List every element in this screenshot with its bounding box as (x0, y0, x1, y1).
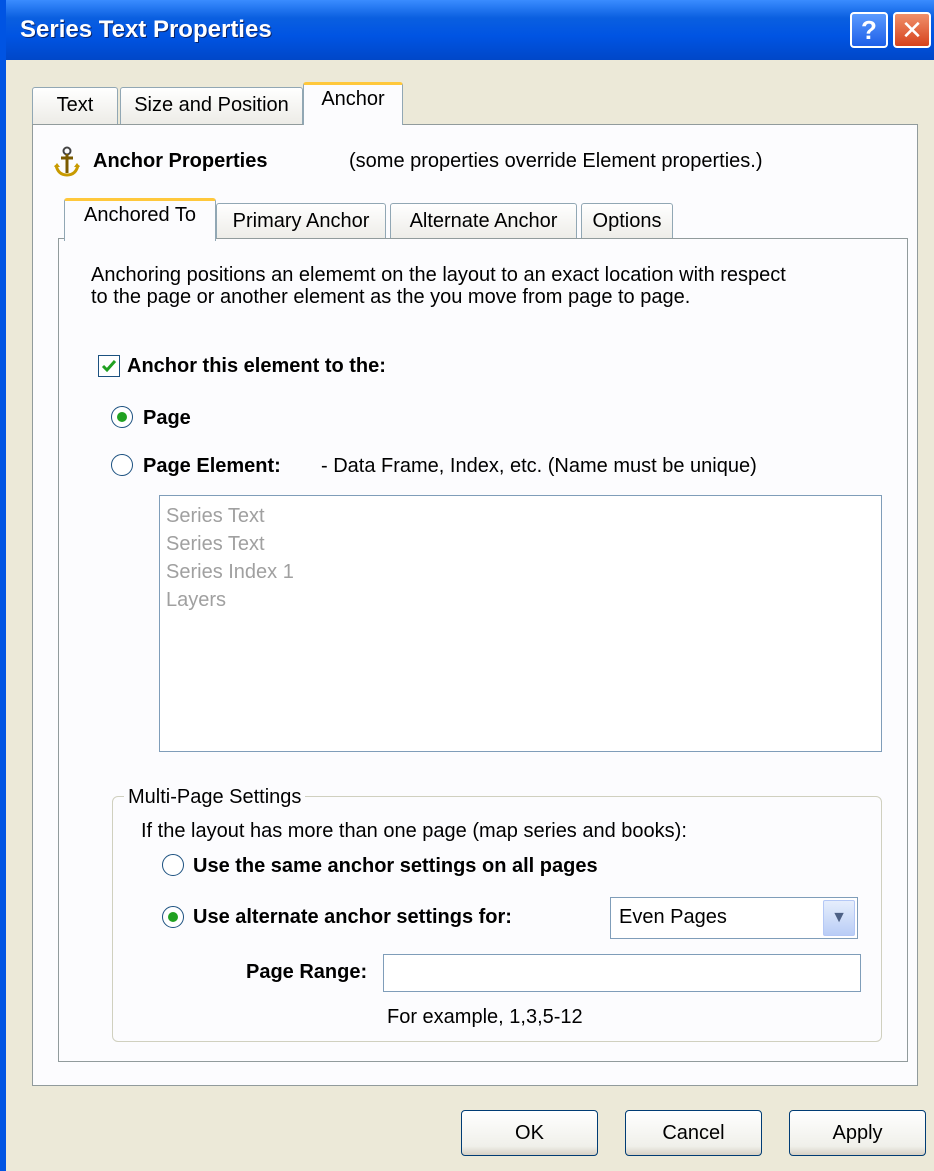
multi-page-intro: If the layout has more than one page (ma… (141, 820, 687, 842)
ok-button[interactable]: OK (461, 1110, 598, 1156)
multi-page-legend: Multi-Page Settings (124, 786, 306, 809)
help-button[interactable]: ? (850, 12, 888, 48)
page-range-input[interactable] (383, 954, 861, 992)
anchor-properties-note: (some properties override Element proper… (349, 150, 763, 172)
window-title: Series Text Properties (20, 16, 272, 43)
radio-alternate-settings[interactable] (162, 906, 184, 928)
description-line-1: Anchoring positions an elememt on the la… (91, 264, 786, 286)
tab-anchored-to[interactable]: Anchored To (64, 198, 216, 241)
close-icon: ✕ (901, 15, 923, 45)
description-line-2: to the page or another element as the yo… (91, 286, 691, 308)
tab-options[interactable]: Options (581, 203, 673, 241)
list-item[interactable]: Series Index 1 (166, 558, 881, 586)
dialog-window: Series Text Properties ? ✕ Text Size and… (0, 0, 934, 1171)
list-item[interactable]: Series Text (166, 530, 881, 558)
chevron-down-icon[interactable]: ▼ (823, 900, 855, 936)
page-elements-list[interactable]: Series Text Series Text Series Index 1 L… (159, 495, 882, 752)
page-range-example: For example, 1,3,5-12 (387, 1006, 583, 1028)
apply-button[interactable]: Apply (789, 1110, 926, 1156)
close-button[interactable]: ✕ (893, 12, 931, 48)
list-item[interactable]: Series Text (166, 502, 881, 530)
radio-page-element-label: Page Element: (143, 455, 281, 477)
cancel-button[interactable]: Cancel (625, 1110, 762, 1156)
anchor-properties-title: Anchor Properties (93, 150, 268, 172)
radio-same-settings-label: Use the same anchor settings on all page… (193, 855, 598, 877)
page-range-label: Page Range: (246, 961, 368, 983)
tab-primary-anchor[interactable]: Primary Anchor (216, 203, 386, 241)
radio-alternate-settings-label: Use alternate anchor settings for: (193, 906, 512, 928)
anchor-element-label: Anchor this element to the: (127, 355, 386, 377)
pages-select[interactable]: Even Pages ▼ (610, 897, 858, 939)
tab-anchor[interactable]: Anchor (303, 82, 403, 125)
list-item[interactable]: Layers (166, 586, 881, 614)
radio-page[interactable] (111, 406, 133, 428)
tab-text[interactable]: Text (32, 87, 118, 125)
pages-select-value: Even Pages (619, 906, 727, 928)
help-icon: ? (861, 15, 877, 45)
anchor-icon (54, 146, 80, 177)
radio-page-element[interactable] (111, 454, 133, 476)
tab-alternate-anchor[interactable]: Alternate Anchor (390, 203, 577, 241)
page-element-hint: - Data Frame, Index, etc. (Name must be … (321, 455, 757, 477)
radio-same-settings[interactable] (162, 854, 184, 876)
title-bar[interactable]: Series Text Properties ? ✕ (6, 0, 934, 60)
anchor-element-checkbox[interactable] (98, 355, 120, 377)
check-icon (101, 360, 117, 373)
radio-page-label: Page (143, 407, 191, 429)
tab-size-and-position[interactable]: Size and Position (120, 87, 303, 125)
